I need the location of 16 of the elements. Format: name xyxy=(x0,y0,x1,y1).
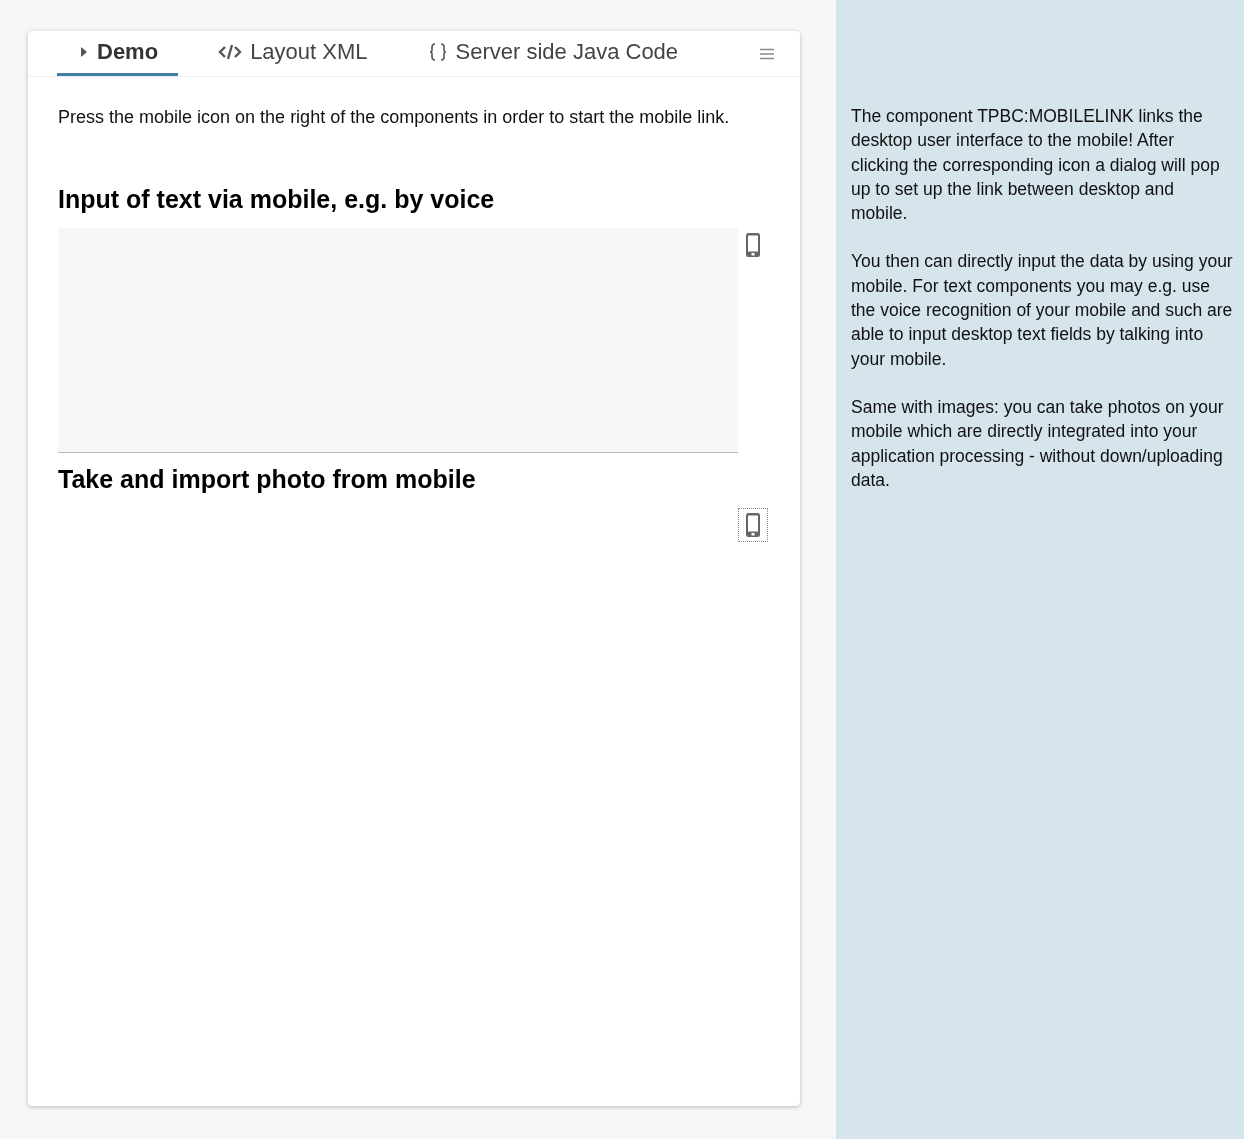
section-heading: Input of text via mobile, e.g. by voice xyxy=(58,185,496,214)
play-icon xyxy=(79,44,89,60)
tab[interactable]: Demo xyxy=(57,31,179,76)
info-paragraph: Same with images: you can take photos on your mobile which are directly integrated into your application processing - without down/uploading data. xyxy=(851,395,1225,492)
tab[interactable]: Server side Java Code xyxy=(405,31,699,76)
menu-icon[interactable] xyxy=(760,47,774,60)
intro-text: Press the mobile icon on the right of the components in order to start the mobile link. xyxy=(58,106,731,129)
info-paragraph: You then can directly input the data by using your mobile. For text components you may e.g. use the voice recognition of your mobile and such are able to input desktop text fields by talking into your mobile. xyxy=(851,250,1234,371)
braces-icon xyxy=(427,42,448,62)
info-paragraph: The component TPBC:MOBILELINK links the desktop user interface to the mobile! After clicking the corresponding icon a dialog will pop up to set up the link between desktop and mobile. xyxy=(851,105,1221,226)
code-icon xyxy=(218,43,243,61)
mobile-link-button[interactable] xyxy=(738,508,768,542)
section-heading: Take and import photo from mobile xyxy=(58,465,477,494)
mobile-phone-icon xyxy=(745,232,761,258)
mobile-phone-icon xyxy=(745,512,761,538)
tab[interactable]: Layout XML xyxy=(196,31,388,76)
